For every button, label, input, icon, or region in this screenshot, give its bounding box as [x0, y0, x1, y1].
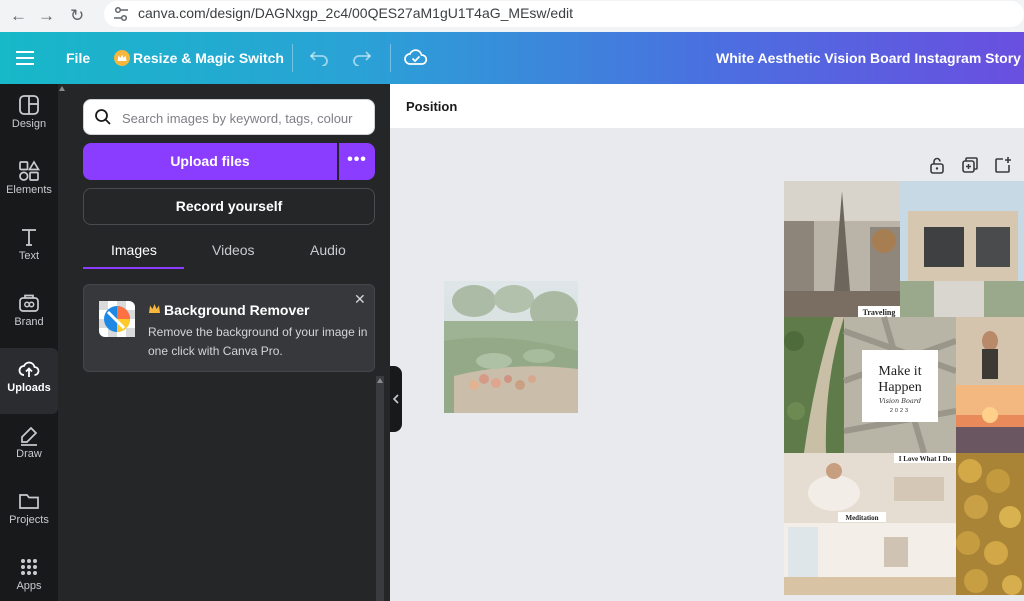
make-it-text: Make it	[878, 364, 921, 379]
meditation-label: Meditation	[845, 514, 878, 522]
uploads-cloud-icon	[18, 361, 40, 377]
draw-pen-icon	[21, 426, 38, 446]
menu-icon[interactable]	[16, 50, 34, 66]
gold-coins-photo	[956, 453, 1024, 595]
site-settings-icon[interactable]	[112, 5, 130, 23]
love-what-i-do-label: I Love What I Do	[899, 455, 952, 463]
background-remover-icon	[99, 301, 135, 337]
editor-header: File Resize & Magic Switch White Aesthet…	[0, 32, 1024, 84]
vision-board-text: Vision Board	[879, 397, 921, 405]
rail-item-text[interactable]: Text	[0, 216, 58, 282]
crown-icon	[114, 50, 130, 66]
brand-icon	[19, 294, 39, 312]
rail-item-elements[interactable]: Elements	[0, 150, 58, 216]
elements-icon	[19, 160, 40, 181]
woman-beach-photo	[956, 317, 1024, 385]
browser-bar: ← → ↻ canva.com/design/DAGNxgp_2c4/00QES…	[0, 0, 1024, 32]
cloud-saved-icon[interactable]	[404, 47, 428, 67]
crown-icon	[149, 304, 160, 313]
vision-board-collage[interactable]: Traveling Make it Happen Vision Board 20…	[784, 181, 1024, 595]
rail-item-uploads[interactable]: Uploads	[0, 348, 58, 414]
context-toolbar: Position	[390, 84, 1024, 128]
address-bar[interactable]: canva.com/design/DAGNxgp_2c4/00QES27aM1g…	[104, 1, 1024, 27]
add-page-icon[interactable]	[994, 156, 1012, 174]
left-rail: Design Elements Text Brand Uploads Draw …	[0, 84, 58, 601]
close-icon[interactable]: ✕	[354, 291, 366, 308]
apps-grid-icon	[21, 559, 37, 575]
tab-images[interactable]: Images	[111, 242, 157, 268]
resize-label: Resize & Magic Switch	[133, 50, 284, 66]
collapse-panel-button[interactable]	[390, 366, 402, 432]
forward-arrow-icon[interactable]: →	[38, 5, 55, 27]
header-divider	[292, 44, 293, 72]
garden-path-photo	[784, 317, 844, 453]
url-text: canva.com/design/DAGNxgp_2c4/00QES27aM1g…	[138, 5, 573, 21]
rail-item-projects[interactable]: Projects	[0, 480, 58, 546]
modern-house-photo	[900, 181, 1024, 317]
rail-item-brand[interactable]: Brand	[0, 282, 58, 348]
promo-description: Remove the background of your image in o…	[148, 325, 368, 358]
chevron-left-icon	[392, 394, 399, 404]
promo-title: Background Remover	[164, 302, 310, 318]
search-icon	[95, 109, 111, 125]
uploads-panel: Upload files ••• Record yourself Images …	[58, 84, 390, 601]
record-yourself-button[interactable]: Record yourself	[83, 188, 375, 225]
garden-vegetables-photo[interactable]	[444, 281, 578, 413]
happen-text: Happen	[878, 380, 922, 395]
undo-icon[interactable]	[309, 48, 329, 66]
background-remover-promo[interactable]: Background Remover Remove the background…	[83, 284, 375, 372]
duplicate-page-icon[interactable]	[961, 156, 979, 174]
sunset-beach-photo	[956, 385, 1024, 453]
unlock-icon[interactable]	[928, 156, 946, 174]
year-text: 2023	[890, 408, 910, 414]
upload-more-options-button[interactable]: •••	[339, 143, 375, 180]
panel-scrollbar[interactable]	[376, 376, 384, 601]
paris-street-photo	[784, 181, 900, 317]
active-tab-indicator	[83, 267, 184, 269]
scroll-up-arrow-icon[interactable]	[377, 378, 383, 383]
reload-icon[interactable]: ↻	[70, 5, 84, 27]
panel-corner-arrow-icon	[58, 84, 65, 92]
traveling-label: Traveling	[863, 308, 896, 317]
search-box[interactable]	[83, 99, 375, 135]
search-input[interactable]	[120, 107, 372, 129]
header-divider	[390, 44, 391, 72]
upload-files-button[interactable]: Upload files	[83, 143, 337, 180]
redo-icon[interactable]	[352, 48, 372, 66]
tab-videos[interactable]: Videos	[212, 242, 255, 268]
document-title[interactable]: White Aesthetic Vision Board Instagram S…	[716, 32, 1021, 84]
interior-room-photo	[784, 523, 956, 595]
design-icon	[19, 95, 39, 115]
rail-item-draw[interactable]: Draw	[0, 414, 58, 480]
back-arrow-icon[interactable]: ←	[10, 5, 27, 27]
tab-audio[interactable]: Audio	[310, 242, 346, 268]
rail-item-apps[interactable]: Apps	[0, 546, 58, 601]
folder-icon	[19, 494, 39, 509]
file-menu[interactable]: File	[66, 32, 90, 84]
rail-item-design[interactable]: Design	[0, 84, 58, 150]
text-icon	[22, 229, 36, 246]
position-button[interactable]: Position	[406, 99, 457, 114]
